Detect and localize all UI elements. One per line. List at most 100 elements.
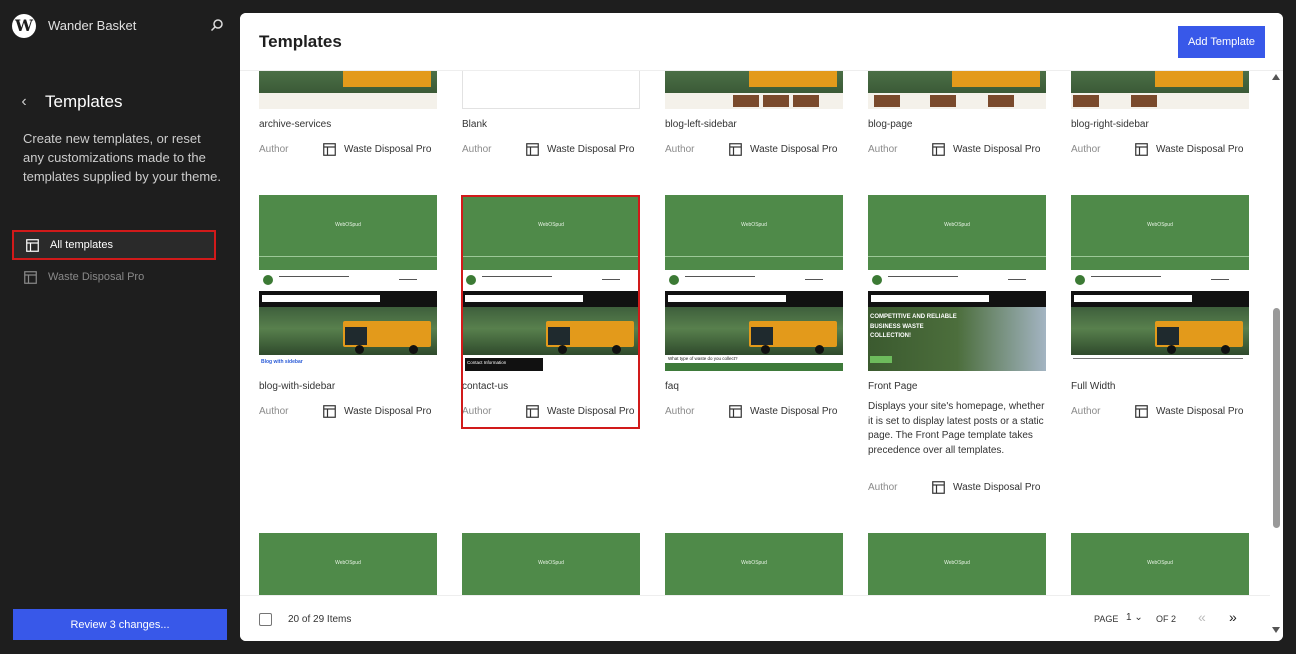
template-theme-label: Waste Disposal Pro [547, 144, 635, 155]
sidebar-item-waste-disposal-pro[interactable]: Waste Disposal Pro [12, 262, 216, 292]
layout-icon [526, 143, 539, 156]
layout-icon [1135, 143, 1148, 156]
template-title[interactable]: blog-page [868, 119, 912, 130]
layout-icon [24, 270, 37, 284]
template-thumbnail[interactable]: WebOSpud Blog with sidebar [259, 195, 437, 371]
scrollbar[interactable] [1270, 71, 1283, 641]
add-template-button[interactable]: Add Template [1178, 26, 1265, 58]
template-title[interactable]: archive-services [259, 119, 331, 130]
template-thumbnail[interactable]: WebOSpud [259, 533, 437, 595]
layout-icon [729, 405, 742, 418]
template-thumbnail[interactable]: WebOSpud [1071, 195, 1249, 371]
pagination-footer: 20 of 29 Items PAGE 1 ⌄ OF 2 « » [240, 595, 1270, 641]
truck-wheel [1167, 345, 1176, 354]
thumb-header: WebOSpud [868, 195, 1046, 257]
thumb-nav [665, 270, 843, 291]
layout-icon [932, 481, 945, 494]
template-theme: Waste Disposal Pro [1135, 143, 1243, 156]
thumb-scene [259, 307, 437, 355]
scroll-thumb[interactable] [1273, 308, 1280, 528]
thumbnail-image [1073, 95, 1099, 107]
panel-header: Templates Add Template [240, 13, 1283, 71]
template-title[interactable]: blog-right-sidebar [1071, 119, 1149, 130]
thumb-logo-text: WebOSpud [335, 560, 361, 566]
truck-graphic [952, 71, 1040, 87]
thumb-header: WebOSpud [1071, 195, 1249, 257]
next-page-icon[interactable]: » [1229, 609, 1237, 625]
thumb-header: WebOSpud [462, 533, 640, 595]
template-title[interactable]: blog-left-sidebar [665, 119, 737, 130]
template-theme-label: Waste Disposal Pro [750, 144, 838, 155]
template-theme-label: Waste Disposal Pro [953, 144, 1041, 155]
review-changes-button[interactable]: Review 3 changes... [13, 609, 227, 640]
template-author: Author [665, 144, 695, 155]
thumb-caption: COMPETITIVE AND RELIABLE BUSINESS WASTE … [870, 314, 957, 339]
thumb-nav [1071, 270, 1249, 291]
scroll-down-icon[interactable] [1272, 627, 1280, 633]
items-count: 20 of 29 Items [288, 614, 352, 625]
thumb-scene [1071, 307, 1249, 355]
thumb-line [888, 276, 958, 277]
template-theme: Waste Disposal Pro [932, 481, 1040, 494]
template-thumbnail[interactable] [868, 71, 1046, 109]
templates-grid: archive-services Author Waste Disposal P… [240, 71, 1270, 595]
template-thumbnail[interactable] [665, 71, 843, 109]
template-thumbnail[interactable]: WebOSpud COMPETITIVE AND RELIABLE BUSINE… [868, 195, 1046, 371]
truck-cab [1157, 327, 1179, 345]
wordpress-logo-icon[interactable]: W [12, 14, 36, 38]
template-theme-label: Waste Disposal Pro [1156, 406, 1244, 417]
thumbnail-image [874, 95, 900, 107]
truck-graphic [343, 71, 431, 87]
thumb-logo-text: WebOSpud [1147, 222, 1173, 228]
template-title[interactable]: Blank [462, 119, 487, 130]
thumbnail-image [930, 95, 956, 107]
thumb-input [871, 295, 989, 302]
template-title[interactable]: Full Width [1071, 381, 1115, 392]
template-thumbnail[interactable]: WebOSpud [1071, 533, 1249, 595]
sidebar-description: Create new templates, or reset any custo… [23, 131, 221, 184]
select-all-checkbox[interactable] [259, 613, 272, 626]
thumb-header: WebOSpud [1071, 533, 1249, 595]
thumb-header: WebOSpud [259, 533, 437, 595]
template-title[interactable]: blog-with-sidebar [259, 381, 335, 392]
thumb-logo-circle [1075, 275, 1085, 285]
page-total: OF 2 [1156, 614, 1177, 624]
template-author: Author [868, 482, 898, 493]
thumbnail-image [988, 95, 1014, 107]
scroll-up-icon[interactable] [1272, 74, 1280, 80]
page-select[interactable]: 1 ⌄ [1126, 612, 1143, 623]
template-title[interactable]: faq [665, 381, 679, 392]
template-thumbnail[interactable] [1071, 71, 1249, 109]
thumbnail-image [793, 95, 819, 107]
thumb-caption: Blog with sidebar [261, 359, 303, 365]
back-chevron-icon[interactable]: ‹ [14, 92, 34, 112]
template-thumbnail[interactable] [259, 71, 437, 109]
layout-icon [323, 143, 336, 156]
thumb-logo-text: WebOSpud [944, 222, 970, 228]
page-label: PAGE [1094, 614, 1119, 624]
search-icon[interactable] [210, 18, 224, 32]
thumb-nav [259, 270, 437, 291]
thumb-bar [1071, 291, 1249, 307]
layout-icon [1135, 405, 1148, 418]
template-theme: Waste Disposal Pro [323, 143, 431, 156]
site-name[interactable]: Wander Basket [48, 18, 136, 33]
previous-page-icon[interactable]: « [1198, 609, 1206, 625]
thumb-header: WebOSpud [259, 195, 437, 257]
sidebar-item-all-templates[interactable]: All templates [12, 230, 216, 260]
template-thumbnail[interactable]: WebOSpud [462, 533, 640, 595]
layout-icon [323, 405, 336, 418]
page-title: Templates [259, 32, 342, 51]
template-title[interactable]: Front Page [868, 381, 917, 392]
template-thumbnail[interactable] [462, 71, 640, 109]
template-thumbnail[interactable]: WebOSpud [868, 533, 1046, 595]
thumb-bar [868, 291, 1046, 307]
template-theme-label: Waste Disposal Pro [344, 406, 432, 417]
layout-icon [932, 143, 945, 156]
thumb-logo-text: WebOSpud [944, 560, 970, 566]
thumb-bottom [1071, 355, 1249, 371]
template-thumbnail[interactable]: WebOSpud [665, 533, 843, 595]
template-thumbnail[interactable]: WebOSpud What type of waste do you colle… [665, 195, 843, 371]
truck-wheel [409, 345, 418, 354]
thumb-logo-text: WebOSpud [1147, 560, 1173, 566]
